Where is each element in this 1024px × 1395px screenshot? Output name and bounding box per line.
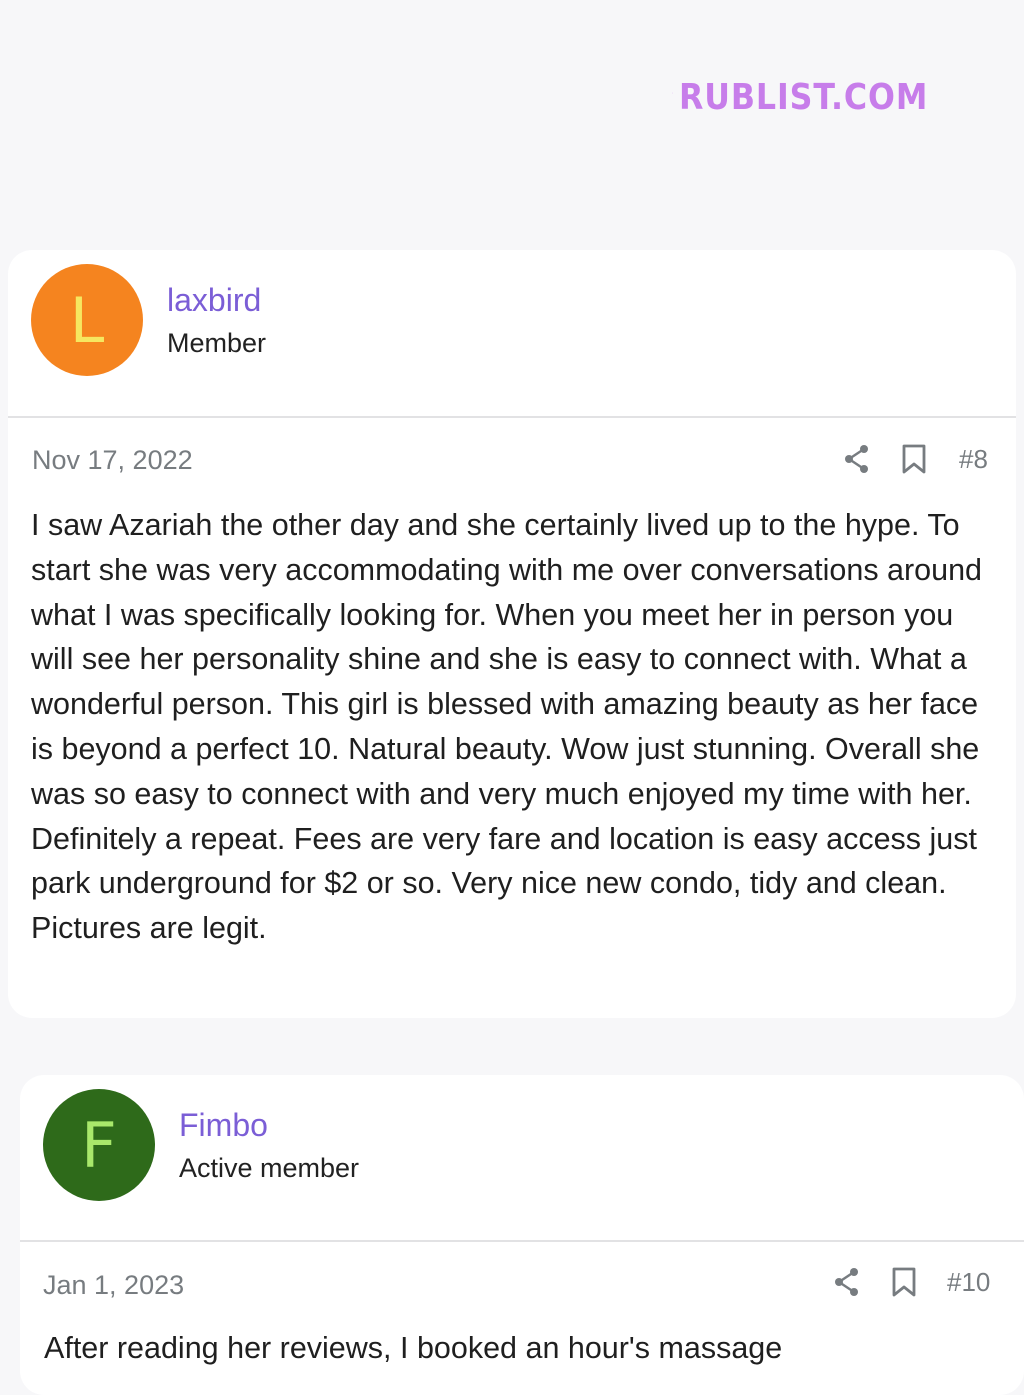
post-body: After reading her reviews, I booked an h…: [44, 1331, 783, 1365]
post-divider: [8, 416, 1016, 418]
avatar[interactable]: F: [43, 1089, 155, 1201]
user-role: Active member: [179, 1153, 360, 1183]
post-number-link[interactable]: #8: [959, 444, 988, 475]
avatar[interactable]: L: [31, 264, 143, 376]
post-number-link[interactable]: #10: [947, 1267, 990, 1298]
post-divider: [20, 1240, 1024, 1242]
username-link[interactable]: laxbird: [167, 281, 266, 319]
post-actions: #10: [833, 1266, 990, 1298]
post-date[interactable]: Jan 1, 2023: [43, 1270, 184, 1301]
watermark-text: RUBLIST.COM: [678, 76, 929, 118]
username-link[interactable]: Fimbo: [179, 1106, 359, 1144]
author-meta: Fimbo Active member: [179, 1106, 359, 1184]
post-author: L laxbird Member: [31, 264, 266, 376]
share-icon[interactable]: [833, 1266, 861, 1298]
share-icon[interactable]: [843, 443, 871, 475]
bookmark-icon[interactable]: [891, 1266, 917, 1298]
avatar-letter: F: [81, 1108, 117, 1182]
author-meta: laxbird Member: [167, 281, 266, 359]
bookmark-icon[interactable]: [901, 443, 927, 475]
silhouette-logo-icon: [672, 92, 673, 94]
post-actions: #8: [843, 443, 988, 475]
user-role: Member: [167, 328, 267, 358]
avatar-letter: L: [69, 283, 105, 357]
post-body: I saw Azariah the other day and she cert…: [31, 508, 983, 946]
post-author: F Fimbo Active member: [43, 1089, 359, 1201]
post-date[interactable]: Nov 17, 2022: [32, 445, 193, 476]
rublist-watermark: RUBLIST.COM: [672, 58, 962, 128]
